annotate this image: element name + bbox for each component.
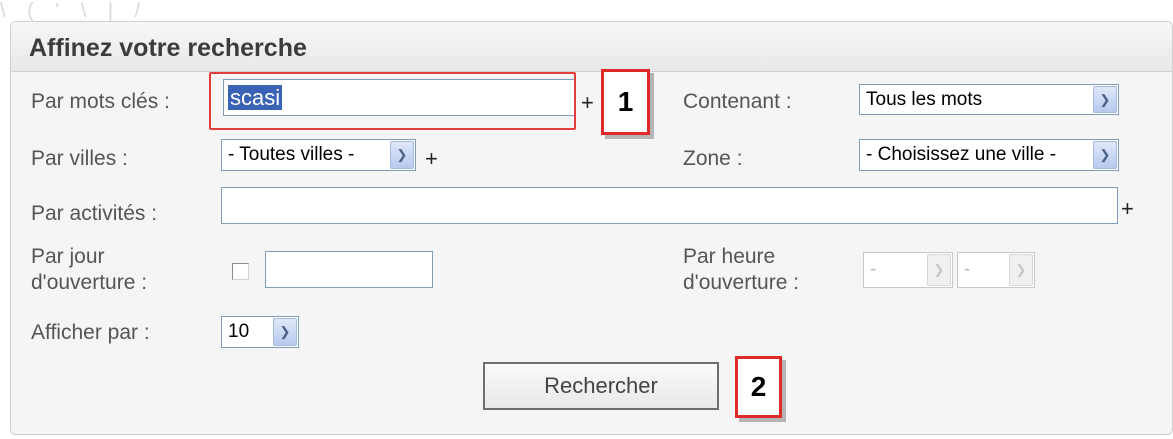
chevron-down-icon[interactable]: ❯ [273, 318, 297, 346]
search-button[interactable]: Rechercher [483, 362, 719, 410]
chevron-down-icon[interactable]: ❯ [1093, 141, 1117, 169]
zone-label: Zone : [683, 147, 743, 170]
opening-day-checkbox[interactable] [232, 263, 249, 280]
hour-from-select[interactable]: - ❯ [863, 252, 953, 288]
opening-day-input[interactable] [265, 251, 433, 288]
display-per-select[interactable]: 10 ❯ [221, 316, 299, 348]
add-keyword-plus[interactable]: + [581, 92, 594, 114]
opening-day-label-line2: d'ouverture : [31, 271, 148, 294]
keywords-label: Par mots clés : [31, 90, 170, 113]
page: \ ( ' \ | / Affinez votre recherche Par … [0, 0, 1173, 439]
containing-select[interactable]: Tous les mots ❯ [859, 84, 1119, 115]
keywords-highlight-box [209, 72, 576, 130]
display-per-select-value: 10 [228, 321, 250, 342]
opening-day-label: Par jour d'ouverture : [31, 244, 147, 296]
add-activity-plus[interactable]: + [1121, 198, 1134, 220]
callout-1: 1 [601, 69, 650, 135]
chevron-down-icon[interactable]: ❯ [927, 254, 951, 286]
cities-select-value: - Toutes villes - [228, 144, 355, 165]
panel-title: Affinez votre recherche [11, 22, 1172, 72]
refine-search-panel: Affinez votre recherche Par mots clés : … [10, 21, 1173, 435]
opening-hour-label-line1: Par heure [683, 245, 776, 268]
cities-select[interactable]: - Toutes villes - ❯ [221, 139, 416, 171]
hour-from-select-value: - [870, 259, 877, 280]
containing-label: Contenant : [683, 90, 792, 113]
chevron-down-icon[interactable]: ❯ [390, 141, 414, 169]
opening-hour-label: Par heure d'ouverture : [683, 244, 799, 296]
chevron-down-icon[interactable]: ❯ [1009, 254, 1033, 286]
hour-to-select-value: - [964, 259, 971, 280]
activities-label: Par activités : [31, 202, 158, 225]
add-city-plus[interactable]: + [425, 148, 438, 170]
opening-hour-label-line2: d'ouverture : [683, 271, 800, 294]
hour-to-select[interactable]: - ❯ [957, 252, 1035, 288]
zone-select[interactable]: - Choisissez une ville - ❯ [859, 139, 1119, 171]
activities-input[interactable] [221, 187, 1118, 224]
zone-select-value: - Choisissez une ville - [866, 144, 1057, 165]
containing-select-value: Tous les mots [866, 88, 983, 110]
opening-day-label-line1: Par jour [31, 245, 105, 268]
chevron-down-icon[interactable]: ❯ [1093, 86, 1117, 113]
display-per-label: Afficher par : [31, 321, 150, 344]
callout-2: 2 [735, 356, 782, 418]
cities-label: Par villes : [31, 147, 128, 170]
